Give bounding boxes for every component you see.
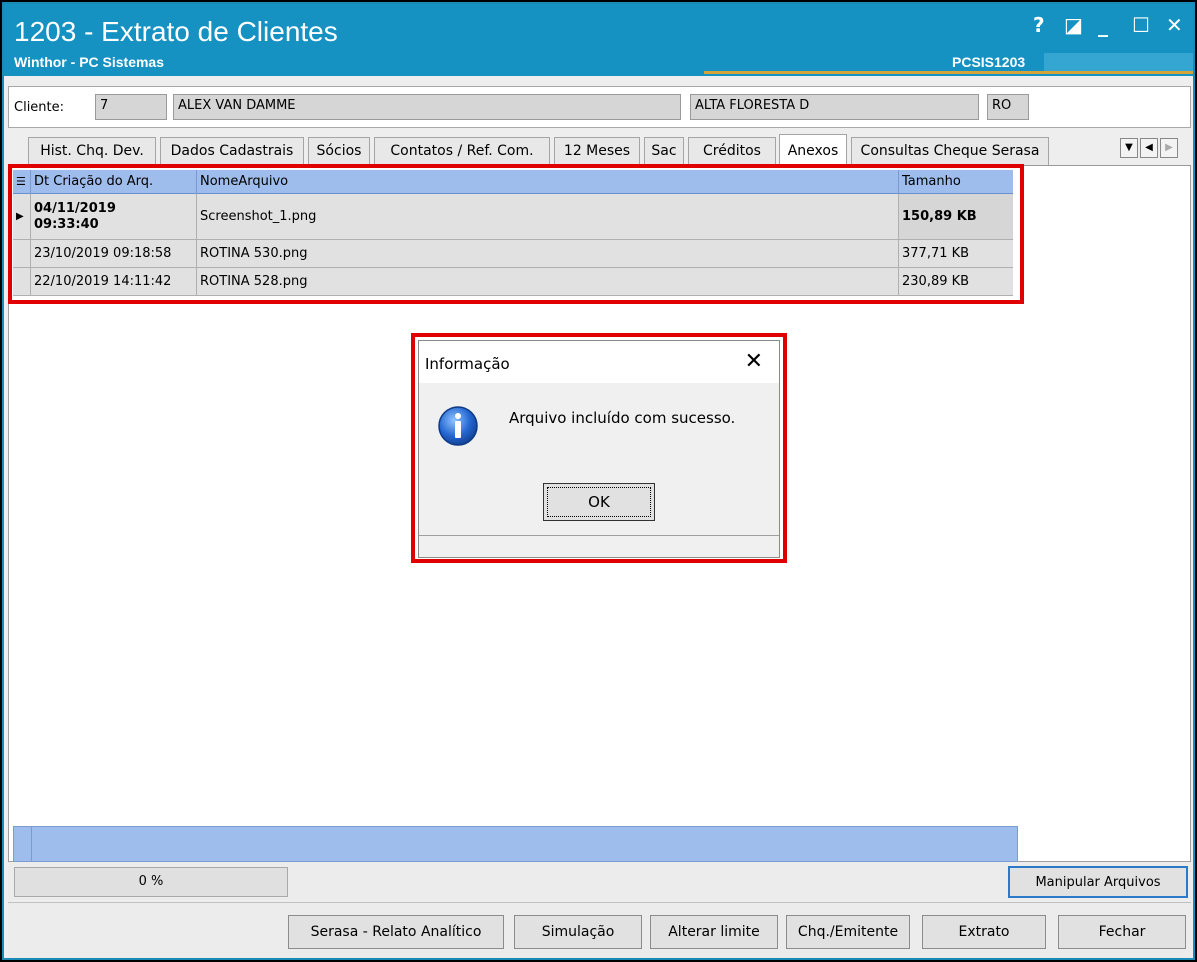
status-area: 0 % Manipular Arquivos bbox=[8, 862, 1191, 900]
tab-label: 12 Meses bbox=[563, 143, 631, 159]
tab-consultas-cheque-serasa[interactable]: Consultas Cheque Serasa bbox=[851, 137, 1049, 165]
simulacao-button[interactable]: Simulação bbox=[514, 915, 642, 949]
client-name-field[interactable]: ALEX VAN DAMME bbox=[173, 94, 681, 120]
dialog-close-icon[interactable]: ✕ bbox=[745, 349, 763, 374]
tab-label: Sócios bbox=[316, 143, 362, 159]
restore-icon[interactable]: ◪ bbox=[1064, 14, 1083, 36]
routine-code: PCSIS1203 bbox=[952, 54, 1026, 70]
tab-label: Consultas Cheque Serasa bbox=[860, 143, 1040, 159]
cell-name: ROTINA 530.png bbox=[197, 240, 899, 267]
tab-sac[interactable]: Sac bbox=[644, 137, 684, 165]
cell-size: 230,89 KB bbox=[902, 274, 970, 289]
cell-name: ROTINA 528.png bbox=[197, 268, 899, 295]
dialog-message: Arquivo incluído com sucesso. bbox=[509, 409, 736, 427]
ok-button[interactable]: OK bbox=[543, 483, 655, 521]
client-label: Cliente: bbox=[14, 100, 65, 115]
tab-creditos[interactable]: Créditos bbox=[688, 137, 776, 165]
tab-label: Contatos / Ref. Com. bbox=[390, 143, 534, 159]
cell-size: 377,71 KB bbox=[902, 246, 970, 261]
title-bar: 1203 - Extrato de Clientes Winthor - PC … bbox=[4, 4, 1193, 76]
row-indicator bbox=[13, 240, 31, 267]
tab-label: Dados Cadastrais bbox=[170, 143, 294, 159]
cell-date: 23/10/2019 09:18:58 bbox=[31, 240, 197, 267]
alterar-limite-button[interactable]: Alterar limite bbox=[650, 915, 778, 949]
progress-indicator: 0 % bbox=[14, 867, 288, 897]
tab-scroll-right-icon[interactable]: ▶ bbox=[1160, 138, 1178, 158]
maximize-icon[interactable]: ☐ bbox=[1132, 14, 1150, 36]
tab-anexos[interactable]: Anexos bbox=[779, 134, 847, 166]
column-header-name[interactable]: NomeArquivo bbox=[197, 170, 899, 194]
grid-footer-indicator bbox=[14, 827, 32, 861]
cell-date: 04/11/2019 09:33:40 bbox=[31, 194, 197, 239]
tab-strip: Hist. Chq. Dev. Dados Cadastrais Sócios … bbox=[8, 132, 1191, 166]
info-icon bbox=[438, 406, 478, 446]
client-bar: Cliente: 7 ALEX VAN DAMME ALTA FLORESTA … bbox=[8, 86, 1191, 128]
tab-12-meses[interactable]: 12 Meses bbox=[554, 137, 640, 165]
chq-emitente-button[interactable]: Chq./Emitente bbox=[786, 915, 910, 949]
row-indicator bbox=[13, 268, 31, 295]
window-title: 1203 - Extrato de Clientes bbox=[14, 16, 338, 47]
accent-line bbox=[704, 71, 1193, 74]
tab-hist-chq-dev[interactable]: Hist. Chq. Dev. bbox=[28, 137, 156, 165]
manipular-arquivos-button[interactable]: Manipular Arquivos bbox=[1008, 866, 1188, 898]
cell-name: Screenshot_1.png bbox=[197, 194, 899, 239]
tab-contatos[interactable]: Contatos / Ref. Com. bbox=[374, 137, 550, 165]
table-row[interactable]: ▶ 04/11/2019 09:33:40 Screenshot_1.png 1… bbox=[13, 194, 1013, 240]
grid-footer-bar[interactable] bbox=[13, 826, 1018, 862]
tab-label: Sac bbox=[651, 143, 677, 159]
close-icon[interactable]: ✕ bbox=[1166, 14, 1183, 36]
code-bar bbox=[1044, 53, 1193, 71]
serasa-relato-button[interactable]: Serasa - Relato Analítico bbox=[288, 915, 504, 949]
attachments-grid: ☰ Dt Criação do Arq. NomeArquivo Tamanho… bbox=[13, 170, 1013, 296]
column-header-date[interactable]: Dt Criação do Arq. bbox=[31, 170, 197, 194]
ok-focus-ring bbox=[547, 487, 651, 517]
tab-dados-cadastrais[interactable]: Dados Cadastrais bbox=[160, 137, 304, 165]
footer-toolbar: Serasa - Relato Analítico Simulação Alte… bbox=[8, 902, 1191, 958]
extrato-button[interactable]: Extrato bbox=[922, 915, 1046, 949]
help-icon[interactable]: ? bbox=[1033, 14, 1045, 36]
column-header-size[interactable]: Tamanho bbox=[899, 170, 1013, 194]
table-row[interactable]: 23/10/2019 09:18:58 ROTINA 530.png 377,7… bbox=[13, 240, 1013, 268]
tab-scroll-left-icon[interactable]: ◀ bbox=[1140, 138, 1158, 158]
cell-size: 150,89 KB bbox=[899, 194, 1013, 239]
dialog-title: Informação bbox=[425, 355, 510, 373]
window-subtitle: Winthor - PC Sistemas bbox=[14, 54, 165, 70]
tab-label: Hist. Chq. Dev. bbox=[40, 143, 144, 159]
client-city-field[interactable]: ALTA FLORESTA D bbox=[690, 94, 979, 120]
tab-dropdown-icon[interactable]: ▼ bbox=[1120, 138, 1138, 158]
client-state-field[interactable]: RO bbox=[987, 94, 1029, 120]
row-pointer-icon: ▶ bbox=[13, 194, 31, 239]
grid-header: ☰ Dt Criação do Arq. NomeArquivo Tamanho bbox=[13, 170, 1013, 194]
table-row[interactable]: 22/10/2019 14:11:42 ROTINA 528.png 230,8… bbox=[13, 268, 1013, 296]
client-code-field[interactable]: 7 bbox=[95, 94, 167, 120]
tab-label: Créditos bbox=[703, 143, 761, 159]
tab-label: Anexos bbox=[787, 143, 839, 159]
cell-date: 22/10/2019 14:11:42 bbox=[31, 268, 197, 295]
column-chooser-icon[interactable]: ☰ bbox=[13, 170, 31, 194]
dialog-title-bar: Informação ✕ bbox=[419, 341, 779, 383]
tab-socios[interactable]: Sócios bbox=[308, 137, 370, 165]
info-dialog: Informação ✕ Arquivo incluído com sucess… bbox=[418, 340, 780, 558]
dialog-separator bbox=[419, 535, 779, 536]
minimize-icon[interactable]: _ bbox=[1098, 14, 1108, 36]
fechar-button[interactable]: Fechar bbox=[1058, 915, 1186, 949]
